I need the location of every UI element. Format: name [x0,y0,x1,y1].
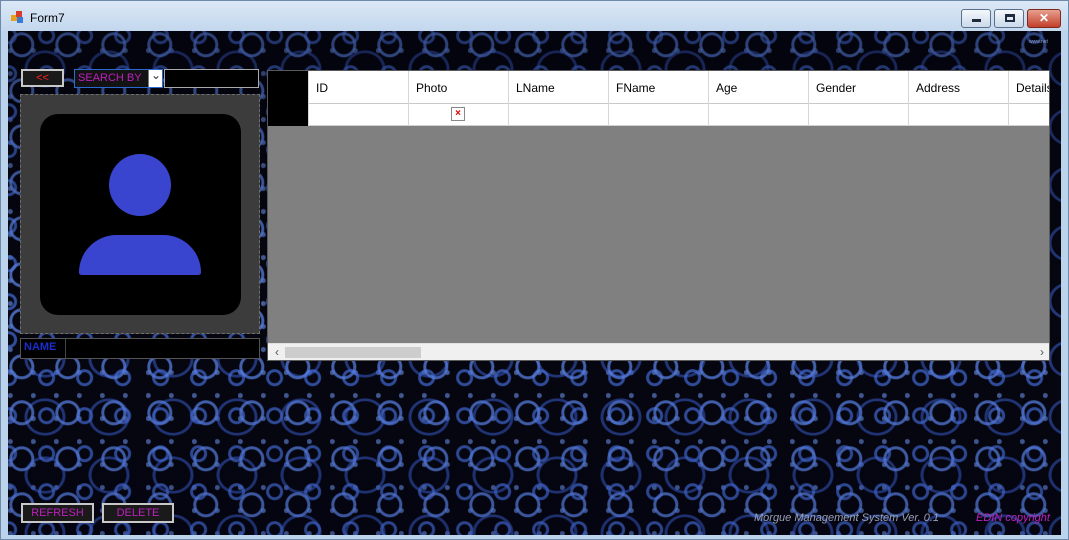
search-by-dropdown[interactable]: SEARCH BY ⌄ [74,68,163,88]
broken-image-icon: × [451,107,465,121]
name-label: NAME [24,341,57,353]
scroll-thumb[interactable] [285,347,421,358]
minimize-icon [972,19,981,22]
maximize-icon [1005,14,1015,22]
back-button[interactable]: << [21,69,64,87]
photo-panel[interactable] [20,94,260,334]
maximize-button[interactable] [994,9,1024,28]
column-header-details[interactable]: Details [1008,71,1049,104]
refresh-button[interactable]: REFRESH [21,503,94,523]
avatar-body [79,235,201,275]
name-divider [65,339,66,358]
cell-address[interactable] [908,104,1008,126]
horizontal-scrollbar[interactable]: ‹ › [268,343,1049,360]
column-header-id[interactable]: ID [308,71,408,104]
column-header-address[interactable]: Address [908,71,1008,104]
scroll-right-icon[interactable]: › [1035,344,1049,360]
records-grid[interactable]: ID Photo LName FName Age Gender Address … [267,70,1050,361]
version-label: Morgue Management System Ver. 0.1 [754,512,940,524]
title-bar[interactable]: Form7 ✕ [1,1,1068,31]
column-header-fname[interactable]: FName [608,71,708,104]
app-window: Form7 ✕ www.net << SEARCH BY ⌄ NAME ID P… [0,0,1069,540]
user-avatar-icon [40,114,241,315]
table-row[interactable]: × [268,104,1049,126]
scroll-left-icon[interactable]: ‹ [270,344,284,360]
cell-age[interactable] [708,104,808,126]
column-header-lname[interactable]: LName [508,71,608,104]
cell-photo[interactable]: × [408,104,508,126]
search-by-label: SEARCH BY [78,72,142,84]
grid-header: ID Photo LName FName Age Gender Address … [268,71,1049,104]
minimize-button[interactable] [961,9,991,28]
column-header-age[interactable]: Age [708,71,808,104]
cell-id[interactable] [308,104,408,126]
form-client-area: www.net << SEARCH BY ⌄ NAME ID Photo LNa… [8,31,1061,535]
window-title: Form7 [30,11,65,25]
column-header-photo[interactable]: Photo [408,71,508,104]
avatar-head [109,154,171,216]
cell-gender[interactable] [808,104,908,126]
column-header-gender[interactable]: Gender [808,71,908,104]
search-input[interactable] [164,69,259,88]
dropdown-arrow[interactable]: ⌄ [148,68,162,87]
cell-details[interactable] [1008,104,1049,126]
name-field: NAME [20,338,260,359]
grid-corner-cell[interactable] [268,71,308,104]
chevron-down-icon: ⌄ [151,68,162,82]
row-header[interactable] [268,104,308,126]
background-watermark: www.net [1029,39,1048,45]
close-icon: ✕ [1038,11,1050,25]
cell-fname[interactable] [608,104,708,126]
copyright-label: EDIN copyright [976,512,1050,524]
app-icon [11,11,23,23]
delete-button[interactable]: DELETE [102,503,174,523]
cell-lname[interactable] [508,104,608,126]
close-button[interactable]: ✕ [1027,9,1061,28]
